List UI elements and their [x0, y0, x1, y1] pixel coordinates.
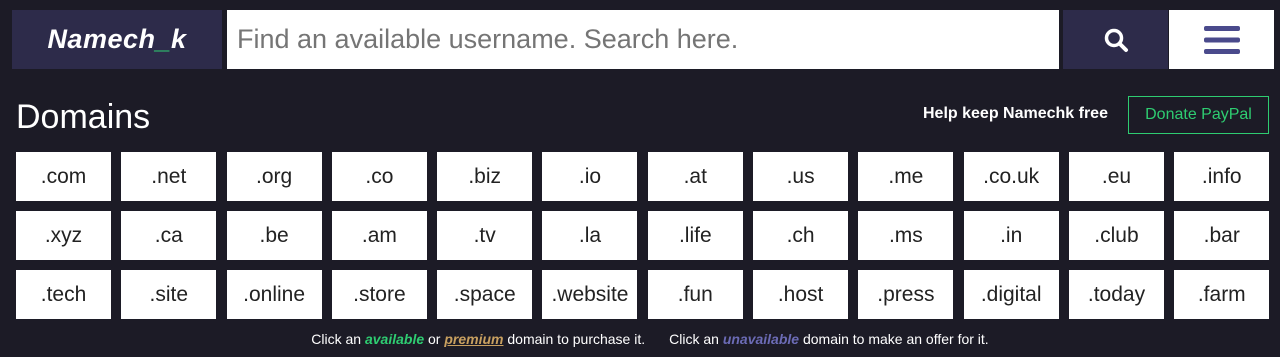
available-label: available — [364, 331, 425, 347]
footer-text: or — [428, 331, 441, 347]
domain-tile[interactable]: .tv — [437, 211, 533, 260]
domain-tile[interactable]: .am — [331, 211, 427, 260]
footer-text: domain to make an offer for it. — [802, 331, 989, 347]
domain-tile[interactable]: .com — [16, 152, 111, 201]
search-button[interactable] — [1063, 10, 1168, 69]
domain-tile[interactable]: .co.uk — [963, 152, 1059, 201]
domain-tile[interactable]: .io — [542, 152, 638, 201]
footer-text: domain to purchase it. — [507, 331, 646, 347]
domain-tile[interactable]: .life — [647, 211, 743, 260]
domain-tile[interactable]: .club — [1068, 211, 1164, 260]
domain-tile[interactable]: .farm — [1174, 270, 1270, 319]
domain-tile[interactable]: .info — [1174, 152, 1270, 201]
donate-paypal-button[interactable]: Donate PayPal — [1128, 96, 1269, 134]
domain-tile[interactable]: .org — [226, 152, 322, 201]
domain-tile[interactable]: .la — [542, 211, 638, 260]
domain-tile[interactable]: .at — [647, 152, 743, 201]
domain-tile[interactable]: .online — [226, 270, 322, 319]
domain-tile[interactable]: .site — [121, 270, 217, 319]
unavailable-label: unavailable — [722, 331, 800, 347]
domain-tile[interactable]: .digital — [963, 270, 1059, 319]
domain-tile[interactable]: .net — [121, 152, 217, 201]
footer-text: Click an — [669, 331, 719, 347]
logo-underscore: _ — [155, 24, 172, 54]
domain-tile[interactable]: .space — [437, 270, 533, 319]
domain-tile[interactable]: .biz — [437, 152, 533, 201]
domain-tile[interactable]: .press — [858, 270, 954, 319]
domain-tile[interactable]: .website — [542, 270, 638, 319]
search-icon — [1104, 28, 1128, 52]
domain-grid: .com .net .org .co .biz .io .at .us .me .co.uk .eu… — [16, 152, 1270, 319]
logo-text-end: k — [171, 24, 187, 54]
menu-button[interactable] — [1169, 10, 1274, 69]
domain-tile[interactable]: .me — [858, 152, 954, 201]
hamburger-menu-icon — [1203, 25, 1240, 54]
domain-tile[interactable]: .us — [753, 152, 849, 201]
premium-label: premium — [444, 331, 504, 347]
domain-tile[interactable]: .tech — [16, 270, 111, 319]
page-title: Domains — [16, 98, 151, 136]
domain-tile[interactable]: .xyz — [16, 211, 111, 260]
domain-tile[interactable]: .ca — [121, 211, 217, 260]
domain-tile[interactable]: .in — [963, 211, 1059, 260]
domain-tile[interactable]: .be — [226, 211, 322, 260]
domain-tile[interactable]: .fun — [647, 270, 743, 319]
domain-tile[interactable]: .ms — [858, 211, 954, 260]
top-bar: Namech _ k — [12, 10, 1274, 69]
help-text: Help keep Namechk free — [923, 105, 1108, 122]
search-input[interactable] — [227, 10, 1059, 69]
domain-tile[interactable]: .eu — [1068, 152, 1164, 201]
logo-text-start: Namech — [47, 24, 156, 54]
footer-text: Click an — [311, 331, 362, 347]
domain-tile[interactable]: .bar — [1174, 211, 1270, 260]
domain-tile[interactable]: .ch — [753, 211, 849, 260]
domain-tile[interactable]: .store — [331, 270, 427, 319]
domain-tile[interactable]: .host — [753, 270, 849, 319]
domain-tile[interactable]: .today — [1068, 270, 1164, 319]
logo[interactable]: Namech _ k — [12, 10, 222, 69]
domain-tile[interactable]: .co — [331, 152, 427, 201]
footer-instructions: Click an available or premium domain to … — [0, 331, 1280, 347]
